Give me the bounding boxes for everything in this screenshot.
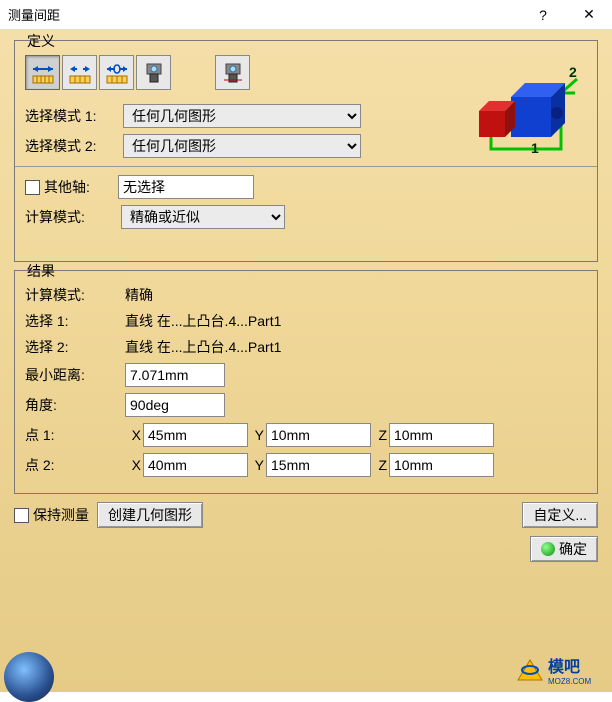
calc-mode-label: 计算模式: xyxy=(25,207,121,227)
keep-measure-wrap: 保持测量 xyxy=(14,505,89,525)
measure-mode-1-button[interactable] xyxy=(25,55,60,90)
definition-legend: 定义 xyxy=(23,31,59,51)
select-mode-1-label: 选择模式 1: xyxy=(25,106,123,126)
p1-x-label: X xyxy=(127,427,141,443)
p1-y-label: Y xyxy=(250,427,264,443)
other-axis-checkbox[interactable] xyxy=(25,180,40,195)
result-calc-mode-row: 计算模式: 精确 xyxy=(25,285,587,305)
point1-row: 点 1: X Y Z xyxy=(25,423,587,447)
p2-z-label: Z xyxy=(373,457,387,473)
results-legend: 结果 xyxy=(23,261,59,281)
bottom-row: 保持测量 创建几何图形 自定义... xyxy=(14,502,598,528)
select-mode-1-dropdown[interactable]: 任何几何图形 xyxy=(123,104,361,128)
result-sel2-row: 选择 2: 直线 在...上凸台.4...Part1 xyxy=(25,337,587,357)
p2-x-input[interactable] xyxy=(143,453,248,477)
point2-row: 点 2: X Y Z xyxy=(25,453,587,477)
p1-z-input[interactable] xyxy=(389,423,494,447)
caliper-icon xyxy=(141,60,167,86)
result-sel1-value: 直线 在...上凸台.4...Part1 xyxy=(125,311,281,331)
min-distance-input[interactable] xyxy=(125,363,225,387)
preview-cubes-icon: 2 1 xyxy=(445,57,585,157)
ok-label: 确定 xyxy=(559,539,587,559)
angle-input[interactable] xyxy=(125,393,225,417)
result-sel2-label: 选择 2: xyxy=(25,337,125,357)
toolbar-spacer xyxy=(173,55,213,90)
window-title: 测量间距 xyxy=(8,5,520,24)
svg-text:MOZ8.COM: MOZ8.COM xyxy=(548,677,591,686)
p2-x-label: X xyxy=(127,457,141,473)
help-button[interactable]: ? xyxy=(520,0,566,30)
close-button[interactable]: ✕ xyxy=(566,0,612,30)
select-mode-2-dropdown[interactable]: 任何几何图形 xyxy=(123,134,361,158)
point2-label: 点 2: xyxy=(25,455,125,475)
result-sel2-value: 直线 在...上凸台.4...Part1 xyxy=(125,337,281,357)
measure-mode-5-button[interactable] xyxy=(215,55,250,90)
measure-mode-3-button[interactable] xyxy=(99,55,134,90)
titlebar: 测量间距 ? ✕ xyxy=(0,0,612,30)
dialog-content: 定义 2 1 xyxy=(0,30,612,692)
measure-mode-2-button[interactable] xyxy=(62,55,97,90)
create-geometry-button[interactable]: 创建几何图形 xyxy=(97,502,203,528)
measure-mode-4-button[interactable] xyxy=(136,55,171,90)
p2-z-input[interactable] xyxy=(389,453,494,477)
angle-label: 角度: xyxy=(25,395,125,415)
ruler-wide-icon xyxy=(104,60,130,86)
result-calc-mode-value: 精确 xyxy=(125,285,153,305)
definition-group: 定义 2 1 xyxy=(14,40,598,262)
p1-y-input[interactable] xyxy=(266,423,371,447)
point1-label: 点 1: xyxy=(25,425,125,445)
customize-button[interactable]: 自定义... xyxy=(522,502,598,528)
divider xyxy=(15,166,597,167)
min-distance-row: 最小距离: xyxy=(25,363,587,387)
preview-3d: 2 1 xyxy=(445,57,585,157)
earth-decoration xyxy=(4,652,54,702)
two-way-arrow-icon xyxy=(30,60,56,86)
calc-mode-dropdown[interactable]: 精确或近似 xyxy=(121,205,285,229)
keep-measure-label: 保持测量 xyxy=(33,505,89,525)
final-row: 确定 xyxy=(14,536,598,562)
p1-x-input[interactable] xyxy=(143,423,248,447)
results-group: 结果 计算模式: 精确 选择 1: 直线 在...上凸台.4...Part1 选… xyxy=(14,270,598,494)
calc-mode-row: 计算模式: 精确或近似 xyxy=(25,205,587,229)
result-sel1-label: 选择 1: xyxy=(25,311,125,331)
other-axis-row: 其他轴: xyxy=(25,175,587,199)
angle-row: 角度: xyxy=(25,393,587,417)
p2-y-input[interactable] xyxy=(266,453,371,477)
ruler-two-way-icon xyxy=(67,60,93,86)
min-distance-label: 最小距离: xyxy=(25,365,125,385)
watermark: 模吧 MOZ8.COM xyxy=(516,654,606,686)
ok-sphere-icon xyxy=(541,542,555,556)
p1-z-label: Z xyxy=(373,427,387,443)
svg-text:1: 1 xyxy=(531,140,539,156)
ok-button[interactable]: 确定 xyxy=(530,536,598,562)
other-axis-input[interactable] xyxy=(118,175,254,199)
keep-measure-checkbox[interactable] xyxy=(14,508,29,523)
select-mode-2-label: 选择模式 2: xyxy=(25,136,123,156)
svg-text:2: 2 xyxy=(569,64,577,80)
other-axis-label: 其他轴: xyxy=(44,177,118,197)
caliper2-icon xyxy=(220,60,246,86)
result-calc-mode-label: 计算模式: xyxy=(25,285,125,305)
watermark-logo-icon: 模吧 MOZ8.COM xyxy=(516,654,606,686)
result-sel1-row: 选择 1: 直线 在...上凸台.4...Part1 xyxy=(25,311,587,331)
p2-y-label: Y xyxy=(250,457,264,473)
svg-text:模吧: 模吧 xyxy=(548,657,580,676)
